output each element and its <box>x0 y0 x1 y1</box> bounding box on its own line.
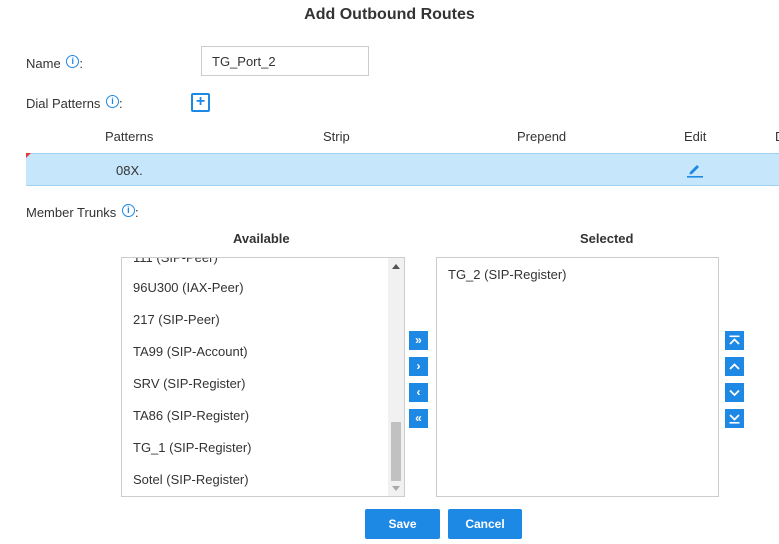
column-prepend: Prepend <box>517 129 567 144</box>
column-patterns: Patterns <box>105 129 154 144</box>
row-flag <box>26 153 31 158</box>
remove-selected-button[interactable]: ‹ <box>409 383 428 402</box>
column-strip: Strip <box>323 129 350 144</box>
page-title: Add Outbound Routes <box>304 6 475 23</box>
remove-all-button[interactable]: « <box>409 409 428 428</box>
list-item[interactable]: 217 (SIP-Peer) <box>133 312 220 327</box>
info-icon[interactable]: i <box>66 55 80 68</box>
add-pattern-button[interactable]: + <box>191 93 210 112</box>
list-item[interactable]: TG_2 (SIP-Register) <box>448 267 566 282</box>
scroll-up-arrow-icon[interactable] <box>392 264 400 269</box>
move-top-icon[interactable] <box>725 331 744 350</box>
pencil-icon[interactable] <box>686 160 704 178</box>
column-delete: D <box>775 129 779 144</box>
member-trunks-label: Member Trunks i: <box>26 204 139 220</box>
available-scrollbar[interactable] <box>388 258 404 496</box>
save-button[interactable]: Save <box>365 509 440 539</box>
info-icon[interactable]: i <box>106 95 120 108</box>
selected-title: Selected <box>580 231 634 246</box>
dial-patterns-label: Dial Patterns i: <box>26 95 123 111</box>
name-input[interactable] <box>201 46 369 76</box>
move-down-icon[interactable] <box>725 383 744 402</box>
move-bottom-icon[interactable] <box>725 409 744 428</box>
cancel-button[interactable]: Cancel <box>448 509 522 539</box>
column-edit: Edit <box>684 129 707 144</box>
selected-trunks-list[interactable]: TG_2 (SIP-Register) <box>436 257 719 497</box>
list-item[interactable]: SRV (SIP-Register) <box>133 376 245 391</box>
move-up-icon[interactable] <box>725 357 744 376</box>
add-all-button[interactable]: » <box>409 331 428 350</box>
list-item[interactable]: TA86 (SIP-Register) <box>133 408 249 423</box>
list-item[interactable]: Sotel (SIP-Register) <box>133 472 249 487</box>
list-item[interactable]: TG_1 (SIP-Register) <box>133 440 251 455</box>
add-selected-button[interactable]: › <box>409 357 428 376</box>
list-item[interactable]: TA99 (SIP-Account) <box>133 344 248 359</box>
pattern-cell: 08X. <box>116 163 143 178</box>
scrollbar-thumb[interactable] <box>391 422 401 481</box>
info-icon[interactable]: i <box>121 204 135 217</box>
list-item[interactable]: 111 (SIP-Peer) <box>133 258 218 265</box>
available-title: Available <box>233 231 290 246</box>
list-item[interactable]: 96U300 (IAX-Peer) <box>133 280 244 295</box>
scroll-down-arrow-icon[interactable] <box>392 486 400 491</box>
available-trunks-list[interactable]: 111 (SIP-Peer) 96U300 (IAX-Peer) 217 (SI… <box>121 257 405 497</box>
name-label: Name i: <box>26 55 83 71</box>
